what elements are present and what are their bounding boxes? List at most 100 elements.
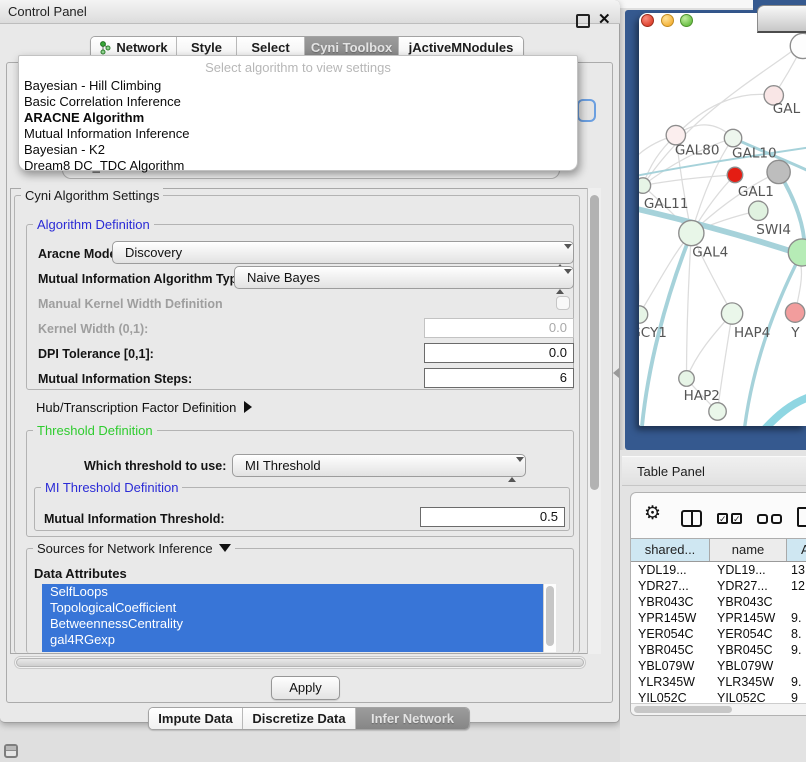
network-node-hap4[interactable]: [721, 303, 742, 324]
deselect-checkbox-icon[interactable]: [757, 514, 768, 524]
network-node-gcy1[interactable]: [639, 306, 648, 323]
table-cell[interactable]: YBR043C: [710, 594, 787, 610]
mi-steps-field[interactable]: 6: [424, 368, 574, 388]
close-icon[interactable]: ✕: [598, 10, 611, 28]
table-cell[interactable]: YDR27...: [631, 578, 710, 594]
table-cell[interactable]: YIL052C: [631, 690, 710, 703]
table-horizontal-scrollbar[interactable]: [631, 703, 806, 715]
algorithm-option[interactable]: Mutual Information Inference: [19, 126, 577, 142]
table-panel-titlebar[interactable]: Table Panel: [622, 456, 806, 486]
attribute-list-item-selected[interactable]: TopologicalCoefficient: [42, 600, 556, 616]
select-all-checkbox-icon[interactable]: ✓: [717, 513, 728, 524]
table-cell[interactable]: YDL19...: [631, 562, 710, 578]
scrollbar-thumb[interactable]: [634, 706, 732, 713]
table-cell[interactable]: YLR345W: [710, 674, 787, 690]
dpi-tolerance-field[interactable]: 0.0: [424, 343, 574, 363]
network-node[interactable]: [790, 33, 806, 58]
minimized-panel-icon[interactable]: [4, 744, 18, 758]
network-node-gal1[interactable]: [727, 167, 743, 183]
kernel-width-field[interactable]: 0.0: [424, 318, 574, 338]
column-header-partial[interactable]: A: [787, 539, 806, 561]
table-cell[interactable]: YLR345W: [631, 674, 710, 690]
network-nodes[interactable]: GALGAL80GAL10GAL1GAL11SWI4GAL4GCY1HAP4YH…: [639, 33, 806, 420]
window-minimize-button[interactable]: [661, 14, 674, 27]
table-cell[interactable]: YBR045C: [710, 642, 787, 658]
column-header-shared[interactable]: shared...: [631, 539, 710, 561]
which-threshold-combo[interactable]: MI Threshold: [232, 454, 526, 477]
network-node[interactable]: [767, 160, 790, 183]
collapse-arrow-icon[interactable]: [219, 544, 231, 552]
table-cell[interactable]: YBL079W: [631, 658, 710, 674]
scrollbar-thumb[interactable]: [590, 195, 599, 490]
window-zoom-button[interactable]: [680, 14, 693, 27]
gear-icon[interactable]: ⚙: [644, 502, 661, 525]
table-cell[interactable]: 13: [787, 562, 806, 578]
table-row[interactable]: YBR045CYBR045C9.: [631, 642, 806, 658]
mi-type-combo[interactable]: Naive Bayes: [234, 266, 574, 289]
table-row[interactable]: YIL052CYIL052C9: [631, 690, 806, 703]
settings-vertical-scrollbar[interactable]: [587, 188, 601, 654]
manual-kernel-checkbox[interactable]: [556, 296, 570, 310]
table-cell[interactable]: YBR045C: [631, 642, 710, 658]
float-window-icon[interactable]: [576, 14, 590, 28]
network-node-y[interactable]: [785, 303, 804, 322]
splitter-handle[interactable]: [613, 368, 619, 378]
table-row[interactable]: YBL079WYBL079W: [631, 658, 806, 674]
table-cell[interactable]: YBL079W: [710, 658, 787, 674]
aracne-mode-combo[interactable]: Discovery: [112, 241, 574, 264]
scrollbar-thumb[interactable]: [16, 658, 584, 667]
table-cell[interactable]: [787, 594, 806, 610]
tab-infer-network[interactable]: Infer Network: [356, 708, 469, 729]
attribute-list-item-selected[interactable]: gal4RGexp: [42, 632, 556, 648]
control-panel-titlebar[interactable]: Control Panel: [0, 0, 620, 24]
table-cell[interactable]: [787, 658, 806, 674]
data-attributes-list[interactable]: SelfLoopsTopologicalCoefficientBetweenne…: [42, 584, 556, 652]
table-cell[interactable]: 9: [787, 690, 806, 703]
tab-impute-data[interactable]: Impute Data: [149, 708, 243, 729]
apply-button[interactable]: Apply: [271, 676, 340, 700]
table-cell[interactable]: 9.: [787, 610, 806, 626]
network-node-gal11[interactable]: [639, 178, 651, 194]
settings-horizontal-scrollbar[interactable]: [14, 656, 586, 669]
algorithm-option[interactable]: Basic Correlation Inference: [19, 94, 577, 110]
table-cell[interactable]: YDR27...: [710, 578, 787, 594]
window-close-button[interactable]: [641, 14, 654, 27]
network-node[interactable]: [788, 239, 806, 266]
hub-definition-expander[interactable]: Hub/Transcription Factor Definition: [36, 400, 252, 415]
table-cell[interactable]: YIL052C: [710, 690, 787, 703]
algorithm-option[interactable]: Bayesian - Hill Climbing: [19, 78, 577, 94]
table-row[interactable]: YDL19...YDL19...13: [631, 562, 806, 578]
column-header-name[interactable]: name: [710, 539, 787, 561]
document-icon[interactable]: [797, 507, 806, 527]
table-cell[interactable]: YPR145W: [631, 610, 710, 626]
deselect-checkbox2-icon[interactable]: [771, 514, 782, 524]
tab-discretize-data[interactable]: Discretize Data: [243, 708, 356, 729]
table-cell[interactable]: YBR043C: [631, 594, 710, 610]
algorithm-option[interactable]: Dream8 DC_TDC Algorithm: [19, 158, 577, 174]
table-cell[interactable]: 12: [787, 578, 806, 594]
scrollbar-thumb[interactable]: [546, 586, 554, 646]
table-cell[interactable]: 9.: [787, 674, 806, 690]
expander-arrow-icon[interactable]: [244, 401, 252, 413]
network-node-hap2[interactable]: [679, 371, 695, 387]
table-cell[interactable]: 9.: [787, 642, 806, 658]
attribute-list-item-selected[interactable]: BetweennessCentrality: [42, 616, 556, 632]
table-row[interactable]: YBR043CYBR043C: [631, 594, 806, 610]
network-node-swi4[interactable]: [749, 201, 768, 220]
network-node-gal4[interactable]: [679, 220, 704, 245]
network-view-window[interactable]: GALGAL80GAL10GAL1GAL11SWI4GAL4GCY1HAP4YH…: [639, 13, 806, 426]
split-columns-icon[interactable]: [681, 510, 702, 527]
table-cell[interactable]: YER054C: [631, 626, 710, 642]
table-cell[interactable]: YER054C: [710, 626, 787, 642]
algorithm-option[interactable]: Bayesian - K2: [19, 142, 577, 158]
algorithm-option[interactable]: ARACNE Algorithm: [19, 110, 577, 126]
mi-threshold-field[interactable]: 0.5: [420, 507, 565, 527]
attributes-list-scrollbar[interactable]: [543, 584, 556, 652]
network-node-gal10[interactable]: [724, 129, 741, 146]
table-row[interactable]: YPR145WYPR145W9.: [631, 610, 806, 626]
table-row[interactable]: YER054CYER054C8.: [631, 626, 806, 642]
select-all-checkbox2-icon[interactable]: ✓: [731, 513, 742, 524]
table-cell[interactable]: 8.: [787, 626, 806, 642]
network-node[interactable]: [709, 403, 726, 420]
table-row[interactable]: YDR27...YDR27...12: [631, 578, 806, 594]
